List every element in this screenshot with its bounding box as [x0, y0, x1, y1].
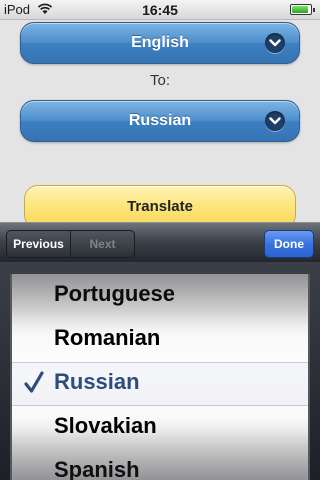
source-language-label: English	[131, 34, 189, 51]
next-button[interactable]: Next	[71, 231, 134, 257]
language-picker: Portuguese Romanian Russian Slovakian Sp…	[0, 262, 320, 480]
target-language-label: Russian	[128, 112, 192, 129]
picker-option[interactable]: Spanish	[12, 448, 308, 480]
chevron-down-icon	[265, 33, 285, 53]
picker-option-selected[interactable]: Russian	[12, 360, 308, 404]
picker-option-label: Russian	[54, 369, 140, 394]
battery-icon	[290, 4, 315, 15]
picker-option-label: Portuguese	[54, 281, 176, 306]
checkmark-icon	[24, 371, 44, 393]
done-button[interactable]: Done	[264, 230, 314, 258]
target-language-select[interactable]: Russian	[20, 100, 300, 142]
picker-option[interactable]: Romanian	[12, 316, 308, 360]
prev-next-segmented-control: Previous Next	[6, 230, 135, 258]
chevron-down-icon	[265, 111, 285, 131]
source-language-select[interactable]: English	[20, 22, 300, 64]
status-bar: iPod 16:45	[0, 0, 320, 20]
picker-option-label: Slovakian	[54, 413, 157, 438]
to-label: To:	[149, 72, 170, 89]
picker-option[interactable]: Slovakian	[12, 404, 308, 448]
previous-button[interactable]: Previous	[7, 231, 71, 257]
keyboard-toolbar: Previous Next Done	[0, 222, 320, 262]
battery-level-fill	[292, 6, 308, 13]
picker-option-label: Spanish	[54, 457, 140, 480]
picker-wheel[interactable]: Portuguese Romanian Russian Slovakian Sp…	[10, 274, 310, 480]
status-time: 16:45	[142, 2, 178, 18]
picker-option[interactable]: Portuguese	[12, 274, 308, 316]
picker-option-label: Romanian	[54, 325, 161, 350]
